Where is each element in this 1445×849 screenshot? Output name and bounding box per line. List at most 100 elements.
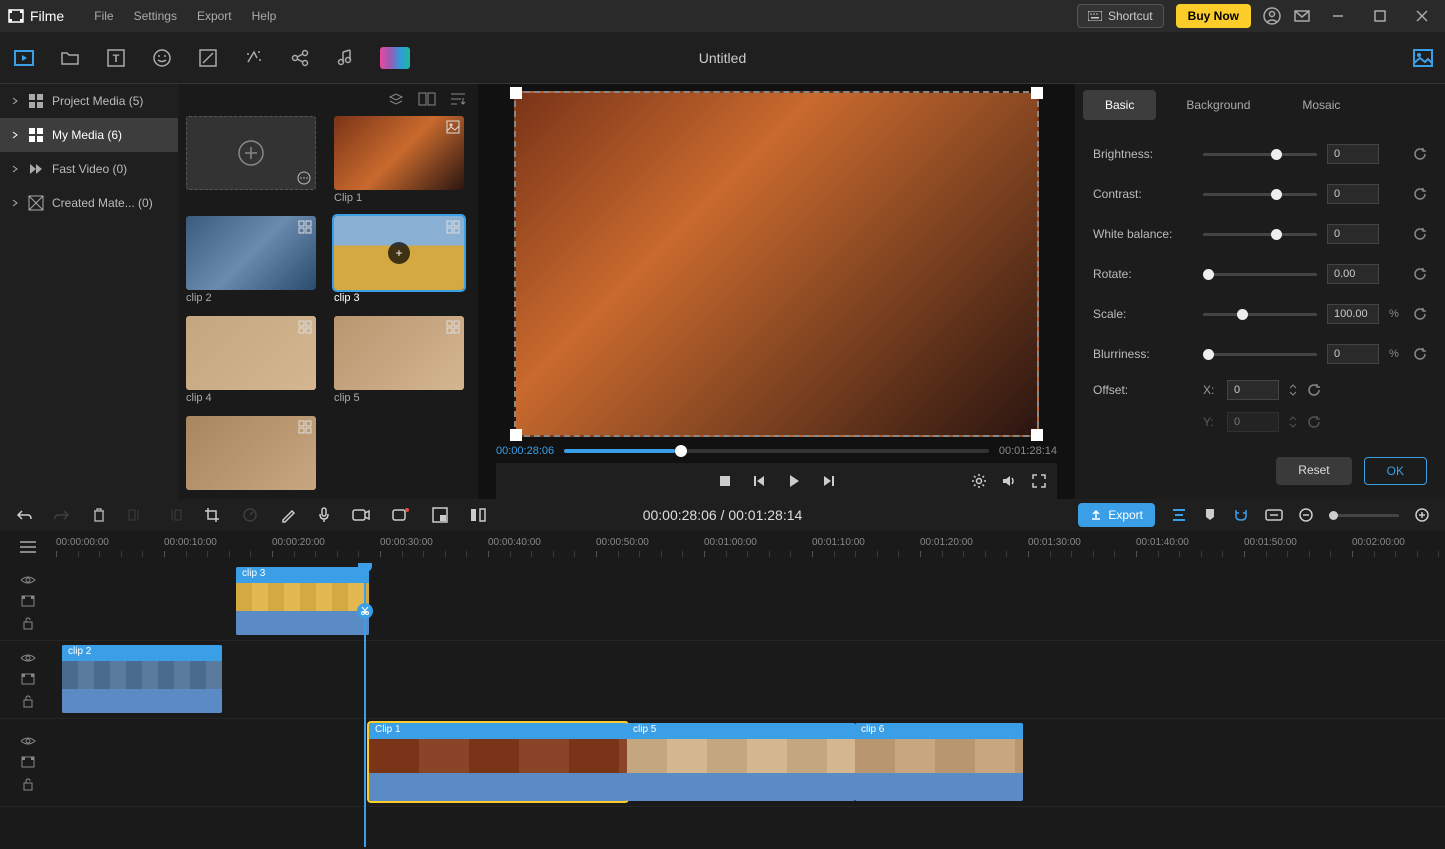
reset-icon[interactable] [1413, 347, 1427, 361]
shortcut-button[interactable]: Shortcut [1077, 4, 1164, 28]
resize-handle[interactable] [1031, 87, 1043, 99]
resize-handle[interactable] [510, 87, 522, 99]
split-left-icon[interactable] [128, 508, 144, 522]
stepper-icon[interactable] [1289, 383, 1297, 397]
lock-icon[interactable] [22, 616, 34, 630]
reset-icon[interactable] [1307, 383, 1321, 397]
timeline-clip[interactable]: clip 2 [62, 645, 222, 713]
reset-icon[interactable] [1413, 147, 1427, 161]
contrast-input[interactable] [1327, 184, 1379, 204]
timeline-clip[interactable]: clip 3 [236, 567, 369, 635]
offset-x-input[interactable] [1227, 380, 1279, 400]
stepper-icon[interactable] [1289, 415, 1297, 429]
menu-settings[interactable]: Settings [134, 9, 177, 23]
seek-slider[interactable] [564, 449, 989, 453]
resize-handle[interactable] [1031, 429, 1043, 441]
media-thumb[interactable]: clip 5 [334, 316, 470, 404]
add-to-timeline-icon[interactable]: + [388, 242, 410, 264]
ok-button[interactable]: OK [1364, 457, 1427, 485]
wb-input[interactable] [1327, 224, 1379, 244]
crop-icon[interactable] [204, 507, 220, 523]
image-props-icon[interactable] [1413, 49, 1433, 67]
more-icon[interactable] [297, 171, 311, 185]
sidebar-item-project-media[interactable]: Project Media (5) [0, 84, 178, 118]
split-right-icon[interactable] [166, 508, 182, 522]
zoom-in-icon[interactable] [1415, 508, 1429, 522]
marker-icon[interactable] [1203, 508, 1217, 522]
reset-icon[interactable] [1413, 307, 1427, 321]
lock-icon[interactable] [22, 694, 34, 708]
timeline-clip[interactable]: clip 6 [855, 723, 1023, 801]
mail-icon[interactable] [1293, 7, 1311, 25]
speed-icon[interactable] [242, 507, 258, 523]
media-thumb[interactable]: clip 2 [186, 216, 322, 304]
tab-basic[interactable]: Basic [1083, 90, 1156, 120]
media-tool-icon[interactable] [12, 46, 36, 70]
hamburger-icon[interactable] [0, 531, 56, 563]
menu-export[interactable]: Export [197, 9, 232, 23]
resize-handle[interactable] [510, 429, 522, 441]
record-icon[interactable] [392, 508, 410, 522]
align-icon[interactable] [1171, 508, 1187, 522]
delete-icon[interactable] [92, 507, 106, 523]
maximize-icon[interactable] [1365, 6, 1395, 26]
color-tool-icon[interactable] [380, 47, 410, 69]
scale-input[interactable] [1327, 304, 1379, 324]
volume-icon[interactable] [1001, 473, 1017, 489]
text-tool-icon[interactable]: T [104, 46, 128, 70]
reset-icon[interactable] [1307, 415, 1321, 429]
mirror-icon[interactable] [470, 507, 486, 523]
settings-icon[interactable] [971, 473, 987, 489]
tab-background[interactable]: Background [1164, 90, 1272, 120]
prev-frame-icon[interactable] [752, 474, 766, 488]
cut-icon[interactable] [357, 603, 373, 619]
offset-y-input[interactable] [1227, 412, 1279, 432]
rotate-input[interactable] [1327, 264, 1379, 284]
user-icon[interactable] [1263, 7, 1281, 25]
zoom-out-icon[interactable] [1299, 508, 1313, 522]
pip-icon[interactable] [432, 507, 448, 523]
next-frame-icon[interactable] [822, 474, 836, 488]
media-thumb[interactable]: clip 4 [186, 316, 322, 404]
eye-icon[interactable] [20, 574, 36, 586]
camera-icon[interactable] [352, 508, 370, 522]
brightness-slider[interactable] [1203, 153, 1317, 156]
menu-help[interactable]: Help [252, 9, 277, 23]
close-icon[interactable] [1407, 6, 1437, 26]
reset-icon[interactable] [1413, 227, 1427, 241]
export-button[interactable]: Export [1078, 503, 1155, 527]
mic-icon[interactable] [318, 507, 330, 523]
buy-now-button[interactable]: Buy Now [1176, 4, 1251, 28]
fullscreen-icon[interactable] [1031, 473, 1047, 489]
fit-icon[interactable] [1265, 509, 1283, 521]
tab-mosaic[interactable]: Mosaic [1280, 90, 1362, 120]
contrast-slider[interactable] [1203, 193, 1317, 196]
play-icon[interactable] [786, 473, 802, 489]
magnet-icon[interactable] [1233, 508, 1249, 522]
sidebar-item-fast-video[interactable]: Fast Video (0) [0, 152, 178, 186]
folder-tool-icon[interactable] [58, 46, 82, 70]
brightness-input[interactable] [1327, 144, 1379, 164]
eye-icon[interactable] [20, 735, 36, 747]
layers-icon[interactable] [388, 92, 404, 108]
wb-slider[interactable] [1203, 233, 1317, 236]
audio-tool-icon[interactable] [334, 46, 358, 70]
stop-icon[interactable] [718, 474, 732, 488]
columns-icon[interactable] [418, 92, 436, 106]
preview-frame[interactable] [514, 91, 1039, 437]
share-tool-icon[interactable] [288, 46, 312, 70]
blur-input[interactable] [1327, 344, 1379, 364]
reset-icon[interactable] [1413, 267, 1427, 281]
media-thumb[interactable]: + clip 3 [334, 216, 470, 304]
eye-icon[interactable] [20, 652, 36, 664]
timeline-ruler[interactable]: 00:00:00:0000:00:10:0000:00:20:0000:00:3… [56, 531, 1445, 563]
menu-file[interactable]: File [94, 9, 113, 23]
redo-icon[interactable] [54, 508, 70, 522]
scale-slider[interactable] [1203, 313, 1317, 316]
effects-tool-icon[interactable] [242, 46, 266, 70]
undo-icon[interactable] [16, 508, 32, 522]
lock-icon[interactable] [22, 777, 34, 791]
timeline-clip[interactable]: clip 5 [627, 723, 855, 801]
media-thumb[interactable]: Clip 1 [334, 116, 470, 204]
transition-tool-icon[interactable] [196, 46, 220, 70]
